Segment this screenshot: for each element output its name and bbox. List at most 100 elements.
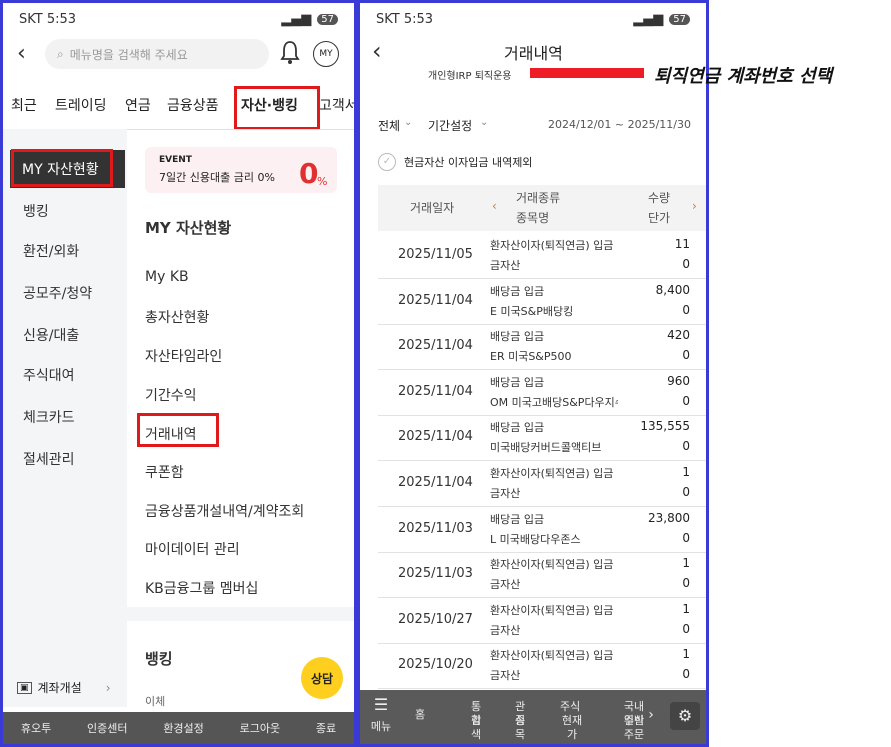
account-selector[interactable]: 개인형IRP 퇴직운용 <box>428 67 512 82</box>
tab-customer[interactable]: 고객서 <box>319 95 354 115</box>
exclude-interest-checkbox[interactable]: ✓ <box>378 153 396 171</box>
row-qty: 1 <box>682 601 690 616</box>
scroll-right-icon[interactable]: › <box>692 199 697 213</box>
bottom-exit[interactable]: 종료 <box>316 720 336 736</box>
event-badge: 0 <box>299 157 319 190</box>
row-name: 금자산 <box>490 669 521 683</box>
sidebar: MY 자산현황 뱅킹 환전/외화 공모주/청약 신용/대출 주식대여 체크카드 … <box>3 129 127 707</box>
exclude-interest-label: 현금자산 이자입금 내역제외 <box>404 156 533 169</box>
menu-transfer[interactable]: 이체 <box>145 693 165 709</box>
tab-home[interactable]: 홈 <box>410 708 430 722</box>
header-type: 거래종류 <box>516 191 561 205</box>
tab-recent[interactable]: 최근 <box>11 95 37 115</box>
row-type: 배당금 입금 <box>490 284 545 298</box>
row-type: 배당금 입금 <box>490 330 545 344</box>
event-banner[interactable]: EVENT 7일간 신용대출 금리 0% 0 % <box>145 147 337 193</box>
highlight-box-asset-tab <box>234 86 320 130</box>
table-row[interactable]: 2025/11/04 배당금 입금 미국배당커버드콜액티브 135,555 0 <box>378 415 706 462</box>
sidebar-item-banking[interactable]: 뱅킹 <box>23 201 49 221</box>
row-type: 배당금 입금 <box>490 512 545 526</box>
search-input[interactable]: ⌕ 메뉴명을 검색해 주세요 <box>45 39 269 69</box>
battery-icon: 57 <box>317 13 338 25</box>
signal-icon: ▂▄▆ <box>633 11 664 27</box>
table-row[interactable]: 2025/11/04 배당금 입금 OM 미국고배당S&P다우지수 960 0 <box>378 370 706 416</box>
menu-period-return[interactable]: 기간수익 <box>145 385 197 405</box>
sidebar-item-check-card[interactable]: 체크카드 <box>23 407 75 427</box>
row-price: 0 <box>682 348 690 363</box>
table-row[interactable]: 2025/10/27 환자산이자(퇴직연금) 입금 금자산 1 0 <box>378 598 706 644</box>
menu-product-contracts[interactable]: 금융상품개설내역/계약조회 <box>145 501 304 521</box>
tab-watch-l2: 종목 <box>514 714 526 741</box>
menu-coupon[interactable]: 쿠폰함 <box>145 462 184 482</box>
gear-icon[interactable]: ⚙ <box>670 702 700 730</box>
row-price: 0 <box>682 667 690 682</box>
row-name: 금자산 <box>490 578 521 592</box>
menu-mydata[interactable]: 마이데이터 관리 <box>145 539 240 559</box>
row-type: 환자산이자(퇴직연금) 입금 <box>490 239 614 252</box>
my-avatar-button[interactable]: MY <box>313 41 339 67</box>
row-date: 2025/11/04 <box>398 383 473 399</box>
menu-icon[interactable]: ☰ <box>368 697 394 713</box>
tab-search-l2: 검색 <box>470 714 482 741</box>
row-name: 미국배당커버드콜액티브 <box>490 441 602 455</box>
table-row[interactable]: 2025/11/05 환자산이자(퇴직연금) 입금 금자산 11 0 <box>378 233 706 279</box>
tab-pension[interactable]: 연금 <box>125 95 151 115</box>
sidebar-item-loan[interactable]: 신용/대출 <box>23 325 79 345</box>
scroll-left-icon[interactable]: ‹ <box>492 199 497 213</box>
row-price: 0 <box>682 621 690 636</box>
right-screen: SKT 5:53 ▂▄▆ 57 ‹ 거래내역 개인형IRP 퇴직운용 전체 ⌄ 기… <box>357 0 709 747</box>
status-bar: SKT 5:53 ▂▄▆ 57 <box>3 3 354 35</box>
date-range[interactable]: 2024/12/01 ~ 2025/11/30 <box>548 118 691 131</box>
bell-icon[interactable] <box>279 39 301 65</box>
tab-stock-price[interactable]: 주식 현재가 <box>536 700 584 741</box>
back-button[interactable]: ‹ <box>372 37 382 65</box>
filter-all[interactable]: 전체 <box>378 117 400 134</box>
sidebar-item-ipo[interactable]: 공모주/청약 <box>23 283 92 303</box>
tab-search[interactable]: 통합 검색 <box>446 700 486 741</box>
chevron-right-icon[interactable]: › <box>644 708 658 722</box>
row-name: 금자산 <box>490 487 521 500</box>
tab-domestic-order[interactable]: 국내주식 일반주문 <box>592 700 648 741</box>
header-date: 거래일자 <box>410 201 455 215</box>
tab-menu[interactable]: 메뉴 <box>368 720 394 734</box>
account-open-button[interactable]: ▣ 계좌개설 › <box>17 679 111 696</box>
row-price: 0 <box>682 439 690 454</box>
tab-products[interactable]: 금융상품 <box>167 95 219 115</box>
row-name: L 미국배당다우존스 <box>490 532 581 546</box>
bottom-home[interactable]: 휴오투 <box>21 720 51 736</box>
sidebar-item-stock-lending[interactable]: 주식대여 <box>23 365 75 385</box>
event-badge-unit: % <box>317 175 328 188</box>
row-qty: 960 <box>667 373 690 388</box>
bottom-cert[interactable]: 인증센터 <box>87 720 127 736</box>
left-screen: SKT 5:53 ▂▄▆ 57 ‹ ⌕ 메뉴명을 검색해 주세요 MY 최근 트레이… <box>0 0 357 747</box>
table-row[interactable]: 2025/11/03 환자산이자(퇴직연금) 입금 금자산 1 0 <box>378 552 706 599</box>
bottom-settings[interactable]: 환경설정 <box>163 720 203 736</box>
filter-period[interactable]: 기간설정 <box>428 117 472 134</box>
back-button[interactable]: ‹ <box>17 41 26 66</box>
chevron-down-icon: ⌄ <box>480 117 489 128</box>
row-date: 2025/11/04 <box>398 429 473 445</box>
sidebar-item-exchange[interactable]: 환전/외화 <box>23 241 79 261</box>
table-row[interactable]: 2025/11/04 환자산이자(퇴직연금) 입금 금자산 1 0 <box>378 461 706 507</box>
menu-kb-membership[interactable]: KB금융그룹 멤버십 <box>145 578 258 598</box>
row-price: 0 <box>682 576 690 591</box>
chevron-right-icon: › <box>105 680 111 695</box>
menu-my-kb[interactable]: My KB <box>145 269 189 285</box>
row-date: 2025/11/05 <box>398 247 473 262</box>
sidebar-item-tax[interactable]: 절세관리 <box>23 449 75 469</box>
table-row[interactable]: 2025/10/20 환자산이자(퇴직연금) 입금 금자산 1 0 <box>378 643 706 690</box>
tab-trading[interactable]: 트레이딩 <box>55 95 107 115</box>
row-date: 2025/11/03 <box>398 520 473 536</box>
bottom-logout[interactable]: 로그아웃 <box>240 720 280 736</box>
redacted-account-number <box>530 68 644 78</box>
row-type: 환자산이자(퇴직연금) 입금 <box>490 467 614 480</box>
table-row[interactable]: 2025/11/04 배당금 입금 ER 미국S&P500 420 0 <box>378 324 706 371</box>
menu-total-asset[interactable]: 총자산현황 <box>145 307 209 327</box>
menu-asset-timeline[interactable]: 자산타임라인 <box>145 346 222 366</box>
table-row[interactable]: 2025/11/03 배당금 입금 L 미국배당다우존스 23,800 0 <box>378 507 706 553</box>
tab-watchlist[interactable]: 관심 종목 <box>490 700 530 741</box>
chat-consult-button[interactable]: 상담 <box>301 657 343 699</box>
table-row[interactable]: 2025/11/04 배당금 입금 E 미국S&P배당킹 8,400 0 <box>378 279 706 325</box>
highlight-box-transaction <box>137 413 219 447</box>
account-open-label: 계좌개설 <box>37 681 82 695</box>
